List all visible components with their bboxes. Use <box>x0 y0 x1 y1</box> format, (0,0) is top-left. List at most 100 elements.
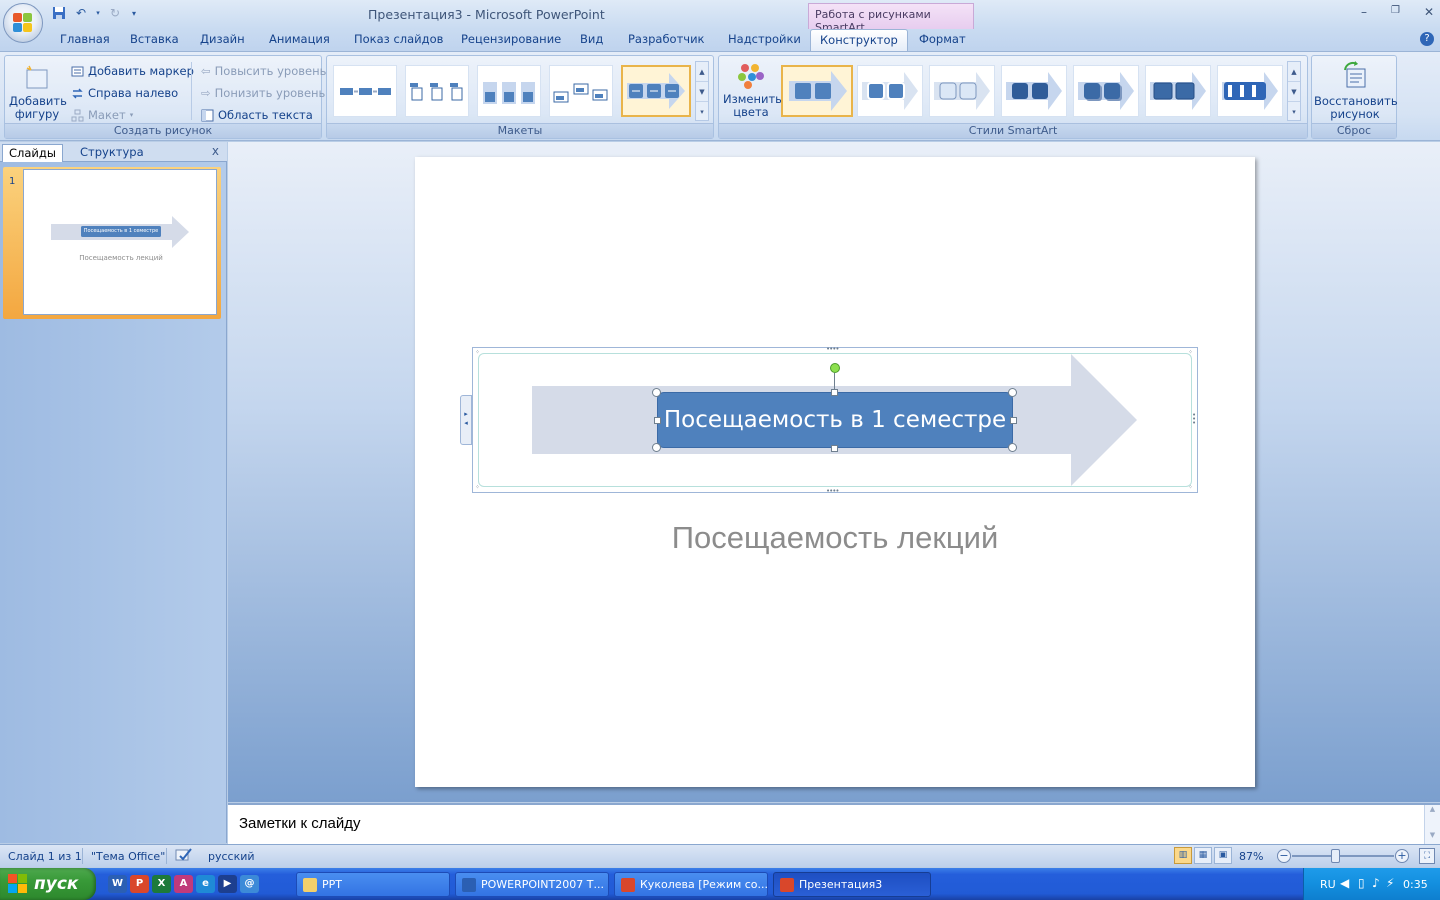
style-gallery-item[interactable] <box>1001 65 1067 117</box>
gallery-more-icon[interactable]: ▾ <box>1288 102 1300 122</box>
resize-handle[interactable] <box>1010 417 1017 424</box>
right-to-left-button[interactable]: Справа налево <box>71 86 178 100</box>
tab-animation[interactable]: Анимация <box>269 32 330 46</box>
word-icon[interactable]: W <box>108 875 127 893</box>
tab-slideshow[interactable]: Показ слайдов <box>354 32 443 46</box>
notes-pane[interactable]: Заметки к слайду ▲ ▼ <box>228 803 1440 844</box>
zoom-in-icon[interactable]: + <box>1395 849 1409 863</box>
taskbar-item-kukoleva[interactable]: Куколева [Режим со... <box>614 872 768 897</box>
resize-handle[interactable] <box>831 389 838 396</box>
volume-icon[interactable]: ♪ <box>1372 876 1380 890</box>
access-icon[interactable]: A <box>174 875 193 893</box>
rotation-handle[interactable] <box>830 363 840 373</box>
layout-gallery-item[interactable] <box>405 65 469 117</box>
gallery-more-icon[interactable]: ▾ <box>696 102 708 122</box>
help-icon[interactable]: ? <box>1420 32 1434 46</box>
tab-review[interactable]: Рецензирование <box>461 32 561 46</box>
scroll-down-icon[interactable]: ▼ <box>696 82 708 102</box>
fit-to-window-icon[interactable]: ⛶ <box>1419 848 1435 864</box>
zoom-out-icon[interactable]: − <box>1277 849 1291 863</box>
normal-view-icon[interactable]: ▥ <box>1174 847 1192 864</box>
frame-bottom-handle[interactable]: •••• <box>826 487 839 495</box>
resize-handle[interactable] <box>831 445 838 452</box>
resize-handle[interactable] <box>652 443 661 452</box>
zoom-slider-thumb[interactable] <box>1331 849 1340 863</box>
tab-addins[interactable]: Надстройки <box>728 32 801 46</box>
taskbar-item-word-doc[interactable]: POWERPOINT2007 Т... <box>455 872 609 897</box>
slide-subtitle[interactable]: Посещаемость лекций <box>415 520 1255 556</box>
spellcheck-icon[interactable] <box>175 847 193 866</box>
tab-smartart-design[interactable]: Конструктор <box>810 29 908 52</box>
customize-qat-icon[interactable]: ▾ <box>128 4 140 22</box>
frame-corner-handle[interactable]: ⁘ <box>1188 484 1193 491</box>
undo-dropdown-icon[interactable]: ▾ <box>94 4 102 22</box>
frame-right-handle[interactable]: • • • <box>1192 412 1196 427</box>
scroll-down-icon[interactable]: ▼ <box>1425 831 1440 839</box>
text-pane-toggle-icon[interactable]: ▸ ◂ <box>460 395 472 445</box>
scroll-up-icon[interactable]: ▲ <box>696 62 708 82</box>
style-gallery-item[interactable] <box>857 65 923 117</box>
demote-button[interactable]: ⇨ Понизить уровень <box>201 86 325 100</box>
taskbar-item-presentation3[interactable]: Презентация3 <box>773 872 931 897</box>
promote-button[interactable]: ⇦ Повысить уровень <box>201 64 326 78</box>
notes-scrollbar[interactable]: ▲ ▼ <box>1424 805 1440 844</box>
media-player-icon[interactable]: ▶ <box>218 875 237 893</box>
tab-home[interactable]: Главная <box>60 32 110 46</box>
smartart-shape-text[interactable]: Посещаемость в 1 семестре <box>664 407 1006 433</box>
layouts-gallery-scroll[interactable]: ▲ ▼ ▾ <box>695 61 709 121</box>
style-gallery-item[interactable] <box>1217 65 1283 117</box>
taskbar-item-ppt-folder[interactable]: PPT <box>296 872 450 897</box>
office-button[interactable] <box>3 3 43 43</box>
layout-button[interactable]: Макет ▾ <box>71 108 133 122</box>
scroll-up-icon[interactable]: ▲ <box>1288 62 1300 82</box>
tab-design[interactable]: Дизайн <box>200 32 245 46</box>
frame-top-handle[interactable]: •••• <box>826 345 839 353</box>
tab-insert[interactable]: Вставка <box>130 32 179 46</box>
restore-icon[interactable]: ❐ <box>1391 5 1400 19</box>
style-gallery-item-selected[interactable] <box>781 65 853 117</box>
resize-handle[interactable] <box>1008 388 1017 397</box>
excel-icon[interactable]: X <box>152 875 171 893</box>
style-gallery-item[interactable] <box>1145 65 1211 117</box>
tab-format[interactable]: Формат <box>919 32 966 46</box>
smartart-shape[interactable]: Посещаемость в 1 семестре <box>657 392 1013 448</box>
resize-handle[interactable] <box>1008 443 1017 452</box>
style-gallery-item[interactable] <box>929 65 995 117</box>
frame-corner-handle[interactable]: ⁘ <box>1188 349 1193 356</box>
start-button[interactable]: пуск <box>0 868 96 900</box>
slide-thumbnail[interactable]: Посещаемость в 1 семестре Посещаемость л… <box>23 169 217 315</box>
text-pane-button[interactable]: Область текста <box>201 108 313 122</box>
scroll-down-icon[interactable]: ▼ <box>1288 82 1300 102</box>
tab-developer[interactable]: Разработчик <box>628 32 705 46</box>
minimize-icon[interactable]: – <box>1361 5 1367 19</box>
tab-slides[interactable]: Слайды <box>2 144 63 162</box>
resize-handle[interactable] <box>654 417 661 424</box>
change-colors-button[interactable]: Изменить цвета ▾ <box>723 62 782 132</box>
language[interactable]: русский <box>208 850 255 863</box>
layout-gallery-item[interactable] <box>333 65 397 117</box>
usb-icon[interactable]: ▯ <box>1358 876 1365 890</box>
scroll-up-icon[interactable]: ▲ <box>1425 805 1440 813</box>
tab-view[interactable]: Вид <box>580 32 603 46</box>
close-icon[interactable]: ✕ <box>1424 5 1434 19</box>
layout-gallery-item-selected[interactable] <box>621 65 691 117</box>
redo-icon[interactable]: ↻ <box>106 4 124 22</box>
resize-handle[interactable] <box>652 388 661 397</box>
style-gallery-item[interactable] <box>1073 65 1139 117</box>
add-bullet-button[interactable]: Добавить маркер <box>71 64 194 78</box>
zoom-slider[interactable] <box>1292 855 1394 857</box>
styles-gallery-scroll[interactable]: ▲ ▼ ▾ <box>1287 61 1301 121</box>
frame-corner-handle[interactable]: ⁘ <box>475 349 480 356</box>
frame-corner-handle[interactable]: ⁘ <box>475 484 480 491</box>
slide-sorter-icon[interactable]: ▦ <box>1194 847 1212 864</box>
internet-explorer-icon[interactable]: e <box>196 875 215 893</box>
powerpoint-icon[interactable]: P <box>130 875 149 893</box>
save-icon[interactable] <box>50 4 68 22</box>
network-icon[interactable]: ⚡ <box>1386 876 1394 890</box>
tray-expand-icon[interactable]: ◀ <box>1340 876 1349 890</box>
undo-icon[interactable]: ↶ <box>72 4 90 22</box>
add-shape-button[interactable]: Добавить фигуру <box>9 64 67 121</box>
tab-outline[interactable]: Структура <box>74 144 150 162</box>
notes-placeholder[interactable]: Заметки к слайду <box>239 815 361 832</box>
keyboard-layout[interactable]: RU <box>1320 878 1336 891</box>
